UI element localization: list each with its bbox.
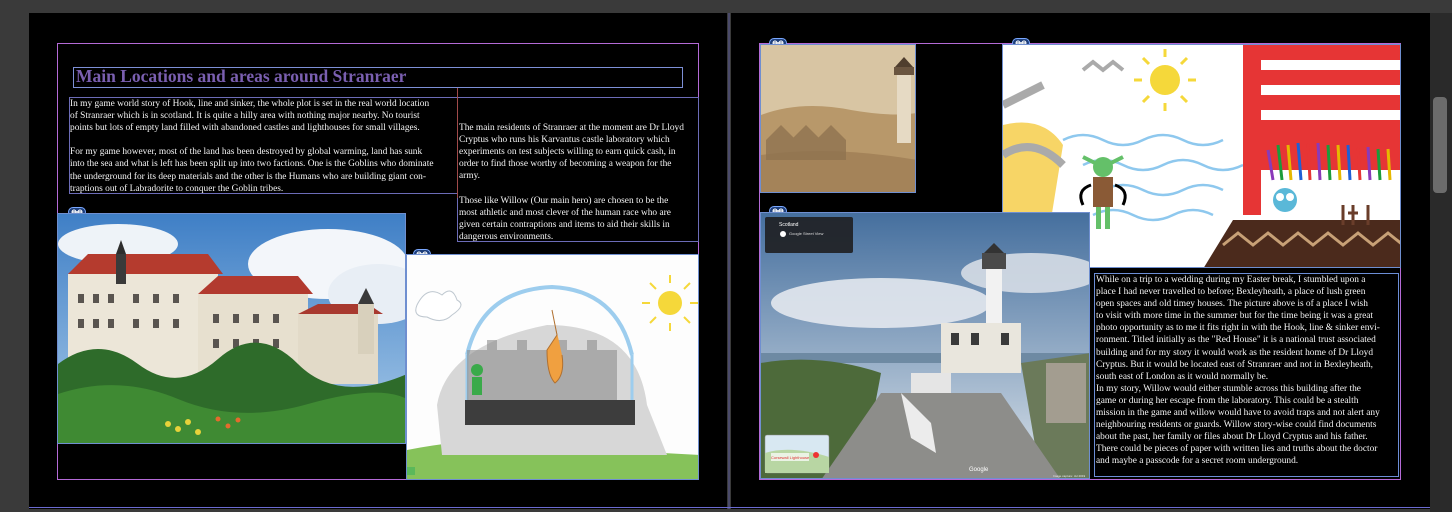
minimap-label: Corsewall Lighthouse xyxy=(771,455,810,460)
pasteboard-top xyxy=(0,0,1452,13)
sepia-lighthouse-photo[interactable] xyxy=(760,44,916,193)
col1-body-text: In my game world story of Hook, line and… xyxy=(70,99,434,194)
streetview-sub-label: Google Street View xyxy=(789,231,824,236)
castle-photo[interactable] xyxy=(57,213,406,444)
spread-spine xyxy=(728,13,730,509)
vertical-scrollbar[interactable] xyxy=(1430,13,1452,512)
image-capture-date: Image capture: Jul 2019 xyxy=(1053,474,1086,478)
streetview-location-label: Scotland xyxy=(779,222,799,228)
col2-body-text: The main residents of Stranraer at the m… xyxy=(459,123,684,242)
bleed-line xyxy=(29,507,1430,508)
right-body-text: While on a trip to a wedding during my E… xyxy=(1096,275,1380,467)
google-watermark: Google xyxy=(969,467,989,473)
streetview-photo[interactable]: Scotland Google Street View Corsewall Li… xyxy=(760,212,1090,479)
page-title: Main Locations and areas around Stranrae… xyxy=(76,66,407,86)
scrollbar-thumb[interactable] xyxy=(1433,97,1447,193)
castle-sketch[interactable] xyxy=(406,254,699,480)
